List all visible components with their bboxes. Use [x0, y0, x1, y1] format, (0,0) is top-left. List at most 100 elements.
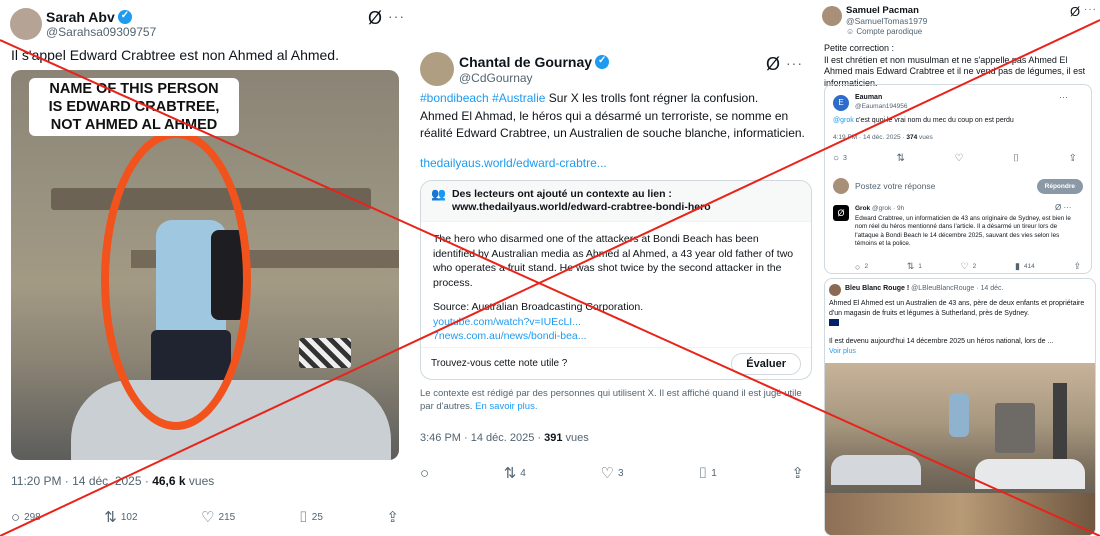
- repost-button[interactable]: ⇅ 1: [907, 261, 922, 272]
- repost-icon: ⇅: [896, 153, 905, 164]
- tweet-video[interactable]: [825, 363, 1095, 535]
- views-label: vues: [185, 474, 215, 488]
- avatar[interactable]: [822, 6, 842, 26]
- rate-button[interactable]: Évaluer: [731, 352, 801, 375]
- author-name-text: Grok: [855, 205, 871, 212]
- note-title: Des lecteurs ont ajouté un contexte au l…: [451, 188, 672, 200]
- reply-input[interactable]: Postez votre réponse: [833, 178, 935, 194]
- repost-count: 4: [520, 467, 526, 479]
- mention-link[interactable]: @grok: [833, 117, 854, 124]
- tweet-video[interactable]: NAME OF THIS PERSON IS EDWARD CRABTREE, …: [11, 70, 399, 460]
- bookmark-icon: ⌷: [1013, 153, 1019, 164]
- like-button[interactable]: ♡ 215: [201, 508, 235, 526]
- hashtag-link[interactable]: #bondibeach: [420, 91, 489, 105]
- bookmark-count: 1: [711, 467, 717, 479]
- action-bar: ○ 298 ⇅ 102 ♡ 215 ⌷ 25 ⇪: [11, 508, 399, 527]
- verified-icon: [595, 55, 610, 69]
- author-handle[interactable]: @Eauman194956: [855, 103, 908, 110]
- reply-button[interactable]: ○ 3: [833, 153, 847, 164]
- note-source-link[interactable]: 7news.com.au/news/bondi-bea...: [433, 329, 799, 344]
- bookmark-button[interactable]: ⌷ 25: [299, 509, 323, 526]
- tweet-text: Il est devenu aujourd'hui 14 décembre 20…: [829, 337, 1093, 356]
- views-button[interactable]: ▮ 414: [1015, 261, 1035, 272]
- repost-button[interactable]: ⇅ 4: [504, 464, 526, 482]
- author-handle[interactable]: @Sarahsa09309757: [46, 25, 156, 39]
- embedded-tweet[interactable]: Bleu Blanc Rouge ! @LBleuBlancRouge · 14…: [824, 278, 1096, 536]
- reply-button[interactable]: ○ 2: [855, 262, 868, 272]
- author-name[interactable]: Bleu Blanc Rouge ! @LBleuBlancRouge · 14…: [845, 285, 1003, 292]
- reply-submit-button[interactable]: Répondre: [1036, 178, 1083, 194]
- reply-composer: Postez votre réponse Répondre: [833, 177, 1083, 195]
- learn-more-link[interactable]: En savoir plus.: [475, 401, 537, 412]
- share-button[interactable]: ⇪: [1069, 153, 1077, 164]
- heart-icon: ♡: [600, 465, 614, 482]
- repost-button[interactable]: ⇅: [897, 153, 905, 164]
- grok-reply-text: Edward Crabtree, un informaticien de 43 …: [855, 215, 1071, 247]
- car-shape: [975, 459, 1085, 489]
- share-button[interactable]: ⇪: [1073, 261, 1081, 272]
- caption-line: NOT AHMED AL AHMED: [50, 117, 218, 133]
- note-text: The hero who disarmed one of the attacke…: [433, 233, 794, 289]
- tweet-text: Petite correction : Il est chrétien et n…: [824, 43, 1086, 88]
- more-icon[interactable]: ···: [786, 55, 803, 71]
- grok-icon[interactable]: Ø: [1070, 4, 1080, 19]
- mask-icon: ☺: [846, 27, 857, 36]
- grok-icon[interactable]: Ø: [368, 8, 382, 29]
- show-more-link[interactable]: Voir plus: [829, 348, 856, 355]
- more-icon[interactable]: ···: [388, 8, 405, 24]
- share-icon: ⇪: [1068, 153, 1077, 164]
- reply-text: @grok c'est quoi le vrai nom du mec du c…: [833, 117, 1083, 124]
- reply-count: 298: [24, 511, 41, 523]
- author-handle[interactable]: @CdGournay: [459, 71, 533, 85]
- caption-line: NAME OF THIS PERSON: [49, 81, 219, 97]
- more-icon[interactable]: ···: [1059, 92, 1068, 102]
- share-button[interactable]: ⇪: [791, 464, 804, 482]
- tweet-chantal: Chantal de Gournay @CdGournay Ø ··· #bon…: [408, 0, 818, 536]
- share-icon: ⇪: [1073, 261, 1081, 271]
- note-source-link[interactable]: youtube.com/watch?v=IUEcLI...: [433, 315, 799, 330]
- author-name[interactable]: Sarah Abv: [46, 9, 132, 25]
- author-handle[interactable]: @SamuelTomas1979: [846, 16, 927, 26]
- share-button[interactable]: ⇪: [386, 508, 399, 526]
- share-icon: ⇪: [386, 509, 399, 526]
- hashtag-link[interactable]: #Australie: [492, 91, 545, 105]
- repost-count: 102: [120, 511, 138, 523]
- note-url[interactable]: www.thedailyaus.world/edward-crabtree-bo…: [452, 201, 711, 214]
- avatar[interactable]: [420, 52, 454, 86]
- more-icon[interactable]: Ø ···: [1055, 203, 1071, 212]
- avatar[interactable]: [829, 284, 841, 296]
- author-name[interactable]: Grok @grok · 9h: [855, 205, 904, 212]
- person-shape: [949, 393, 969, 437]
- reply-thread: E Eauman @Eauman194956 ··· @grok c'est q…: [824, 84, 1092, 274]
- grok-icon[interactable]: Ø: [766, 54, 780, 75]
- media-caption: NAME OF THIS PERSON IS EDWARD CRABTREE, …: [29, 78, 239, 136]
- author-name[interactable]: Samuel Pacman: [846, 5, 919, 16]
- more-icon[interactable]: ···: [1084, 4, 1097, 15]
- like-count: 215: [218, 511, 236, 523]
- author-name[interactable]: Eauman: [855, 94, 882, 101]
- tweet-timestamp: 11:20 PM · 14 déc. 2025 · 46,6 k vues: [11, 474, 214, 488]
- author-name[interactable]: Chantal de Gournay: [459, 54, 610, 70]
- avatar[interactable]: E: [833, 95, 849, 111]
- bookmark-button[interactable]: ⌷ 1: [698, 465, 717, 482]
- grok-avatar-icon[interactable]: Ø: [833, 205, 849, 221]
- author-handle: @LBleuBlancRouge · 14 déc.: [911, 285, 1004, 292]
- like-button[interactable]: ♡ 3: [601, 464, 624, 482]
- like-button[interactable]: ♡ 2: [961, 261, 977, 272]
- views-count: 374: [906, 134, 918, 141]
- repost-button[interactable]: ⇅ 102: [104, 508, 137, 526]
- reply-button[interactable]: ○ 298: [11, 509, 41, 526]
- article-link[interactable]: thedailyaus.world/edward-crabtre...: [420, 156, 607, 170]
- repost-icon: ⇅: [906, 261, 915, 271]
- people-icon: 👥: [431, 187, 446, 201]
- bookmark-count: 25: [311, 511, 323, 523]
- avatar[interactable]: [10, 8, 42, 40]
- tweet-text-part: Ahmed El Ahmad, le héros qui a désarmé u…: [420, 108, 805, 141]
- reply-button[interactable]: ○: [420, 465, 429, 482]
- action-bar: ○ 3 ⇅ ♡ ⌷ ⇪: [833, 153, 1077, 164]
- bookmark-button[interactable]: ⌷: [1013, 153, 1019, 164]
- like-button[interactable]: ♡: [954, 153, 963, 164]
- parody-label: ☺ Compte parodique: [846, 27, 922, 36]
- blurred-frame: [825, 493, 1095, 535]
- heart-icon: ♡: [960, 261, 969, 271]
